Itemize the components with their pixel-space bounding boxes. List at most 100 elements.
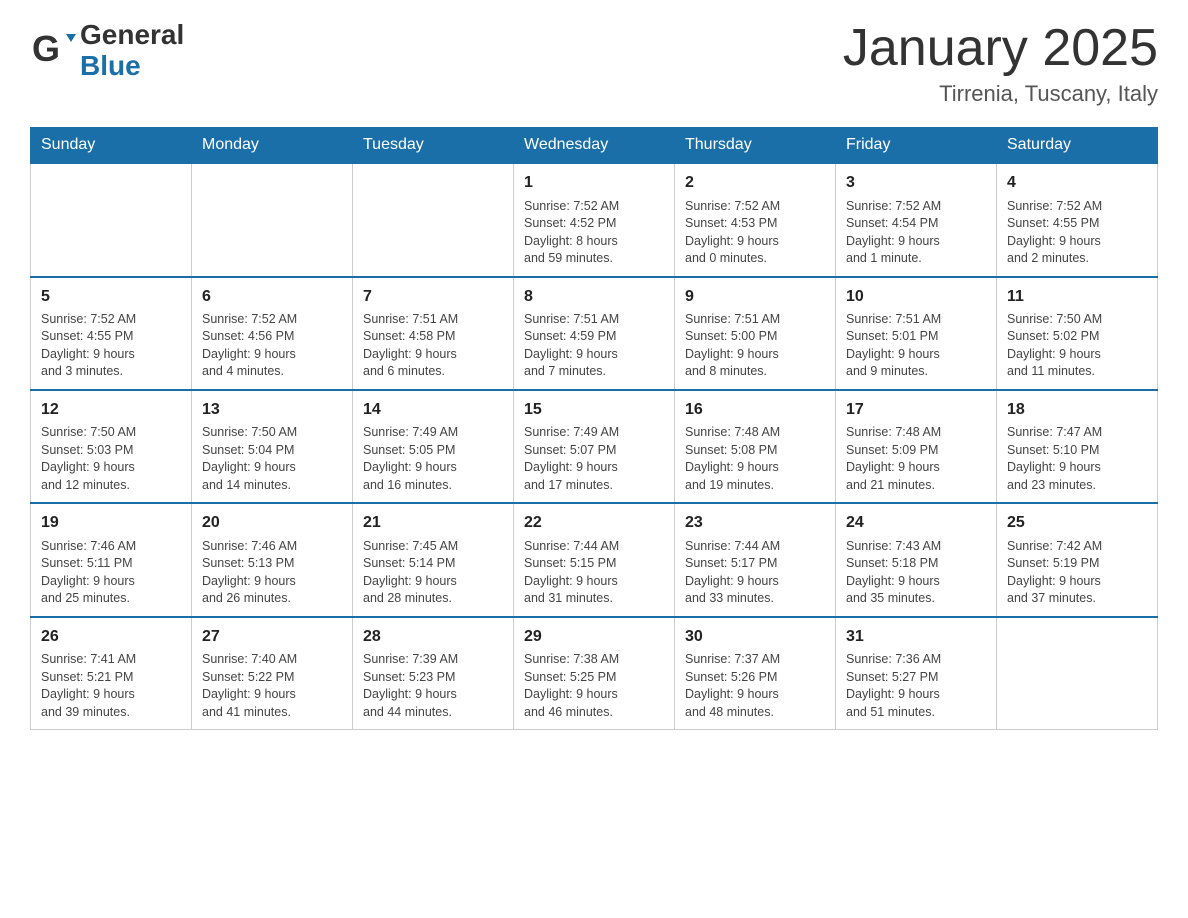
calendar-cell: 16 Sunrise: 7:48 AM Sunset: 5:08 PM Dayli… [675, 390, 836, 503]
day-number: 27 [202, 626, 342, 648]
logo-icon: G [30, 26, 80, 76]
day-info: Sunrise: 7:46 AM Sunset: 5:11 PM Dayligh… [41, 538, 181, 608]
day-number: 23 [685, 512, 825, 534]
calendar-cell: 5 Sunrise: 7:52 AM Sunset: 4:55 PM Daylig… [31, 277, 192, 390]
day-info: Sunrise: 7:42 AM Sunset: 5:19 PM Dayligh… [1007, 538, 1147, 608]
day-info: Sunrise: 7:51 AM Sunset: 4:59 PM Dayligh… [524, 311, 664, 381]
day-info: Sunrise: 7:52 AM Sunset: 4:54 PM Dayligh… [846, 198, 986, 268]
calendar-cell: 1 Sunrise: 7:52 AM Sunset: 4:52 PM Daylig… [514, 163, 675, 276]
day-number: 31 [846, 626, 986, 648]
day-info: Sunrise: 7:51 AM Sunset: 5:00 PM Dayligh… [685, 311, 825, 381]
day-info: Sunrise: 7:50 AM Sunset: 5:02 PM Dayligh… [1007, 311, 1147, 381]
day-number: 14 [363, 399, 503, 421]
calendar-cell: 8 Sunrise: 7:51 AM Sunset: 4:59 PM Daylig… [514, 277, 675, 390]
day-number: 19 [41, 512, 181, 534]
day-info: Sunrise: 7:44 AM Sunset: 5:15 PM Dayligh… [524, 538, 664, 608]
day-info: Sunrise: 7:49 AM Sunset: 5:07 PM Dayligh… [524, 424, 664, 494]
logo-line1: General [80, 20, 184, 51]
calendar-table: Sunday Monday Tuesday Wednesday Thursday… [30, 127, 1158, 730]
day-number: 20 [202, 512, 342, 534]
day-number: 18 [1007, 399, 1147, 421]
day-number: 8 [524, 286, 664, 308]
day-info: Sunrise: 7:41 AM Sunset: 5:21 PM Dayligh… [41, 651, 181, 721]
day-number: 2 [685, 172, 825, 194]
day-number: 4 [1007, 172, 1147, 194]
calendar-cell: 18 Sunrise: 7:47 AM Sunset: 5:10 PM Dayli… [997, 390, 1158, 503]
day-info: Sunrise: 7:45 AM Sunset: 5:14 PM Dayligh… [363, 538, 503, 608]
calendar-cell: 6 Sunrise: 7:52 AM Sunset: 4:56 PM Daylig… [192, 277, 353, 390]
day-info: Sunrise: 7:36 AM Sunset: 5:27 PM Dayligh… [846, 651, 986, 721]
day-info: Sunrise: 7:47 AM Sunset: 5:10 PM Dayligh… [1007, 424, 1147, 494]
calendar-cell: 21Sunrise: 7:45 AM Sunset: 5:14 PM Dayli… [353, 503, 514, 616]
calendar-cell: 22 Sunrise: 7:44 AM Sunset: 5:15 PM Dayli… [514, 503, 675, 616]
day-info: Sunrise: 7:52 AM Sunset: 4:53 PM Dayligh… [685, 198, 825, 268]
calendar-cell [997, 617, 1158, 730]
header-monday: Monday [192, 128, 353, 164]
day-number: 28 [363, 626, 503, 648]
calendar-cell: 14Sunrise: 7:49 AM Sunset: 5:05 PM Dayli… [353, 390, 514, 503]
location-title: Tirrenia, Tuscany, Italy [843, 81, 1158, 107]
week-row-5: 26 Sunrise: 7:41 AM Sunset: 5:21 PM Dayli… [31, 617, 1158, 730]
day-info: Sunrise: 7:43 AM Sunset: 5:18 PM Dayligh… [846, 538, 986, 608]
day-info: Sunrise: 7:40 AM Sunset: 5:22 PM Dayligh… [202, 651, 342, 721]
day-info: Sunrise: 7:50 AM Sunset: 5:04 PM Dayligh… [202, 424, 342, 494]
header-saturday: Saturday [997, 128, 1158, 164]
day-info: Sunrise: 7:39 AM Sunset: 5:23 PM Dayligh… [363, 651, 503, 721]
day-number: 6 [202, 286, 342, 308]
day-info: Sunrise: 7:48 AM Sunset: 5:09 PM Dayligh… [846, 424, 986, 494]
day-number: 25 [1007, 512, 1147, 534]
day-info: Sunrise: 7:37 AM Sunset: 5:26 PM Dayligh… [685, 651, 825, 721]
calendar-cell: 28 Sunrise: 7:39 AM Sunset: 5:23 PM Dayli… [353, 617, 514, 730]
calendar-cell [192, 163, 353, 276]
day-info: Sunrise: 7:51 AM Sunset: 4:58 PM Dayligh… [363, 311, 503, 381]
day-number: 7 [363, 286, 503, 308]
day-number: 10 [846, 286, 986, 308]
day-info: Sunrise: 7:46 AM Sunset: 5:13 PM Dayligh… [202, 538, 342, 608]
day-number: 22 [524, 512, 664, 534]
calendar-cell: 27 Sunrise: 7:40 AM Sunset: 5:22 PM Dayli… [192, 617, 353, 730]
week-row-1: 1 Sunrise: 7:52 AM Sunset: 4:52 PM Daylig… [31, 163, 1158, 276]
day-info: Sunrise: 7:52 AM Sunset: 4:55 PM Dayligh… [1007, 198, 1147, 268]
day-info: Sunrise: 7:52 AM Sunset: 4:52 PM Dayligh… [524, 198, 664, 268]
week-row-3: 12Sunrise: 7:50 AM Sunset: 5:03 PM Dayli… [31, 390, 1158, 503]
calendar-cell: 30Sunrise: 7:37 AM Sunset: 5:26 PM Dayli… [675, 617, 836, 730]
day-number: 16 [685, 399, 825, 421]
day-info: Sunrise: 7:52 AM Sunset: 4:55 PM Dayligh… [41, 311, 181, 381]
day-number: 1 [524, 172, 664, 194]
day-number: 11 [1007, 286, 1147, 308]
day-number: 9 [685, 286, 825, 308]
calendar-cell: 24 Sunrise: 7:43 AM Sunset: 5:18 PM Dayli… [836, 503, 997, 616]
month-title: January 2025 [843, 20, 1158, 77]
calendar-cell: 15Sunrise: 7:49 AM Sunset: 5:07 PM Dayli… [514, 390, 675, 503]
svg-text:G: G [32, 28, 60, 69]
day-info: Sunrise: 7:52 AM Sunset: 4:56 PM Dayligh… [202, 311, 342, 381]
calendar-cell: 11 Sunrise: 7:50 AM Sunset: 5:02 PM Dayli… [997, 277, 1158, 390]
header-tuesday: Tuesday [353, 128, 514, 164]
page-header: G General Blue January 2025 Tirrenia, Tu… [30, 20, 1158, 107]
header-friday: Friday [836, 128, 997, 164]
logo-line2: Blue [80, 51, 184, 82]
day-number: 12 [41, 399, 181, 421]
header-sunday: Sunday [31, 128, 192, 164]
calendar-cell: 29Sunrise: 7:38 AM Sunset: 5:25 PM Dayli… [514, 617, 675, 730]
day-number: 17 [846, 399, 986, 421]
day-info: Sunrise: 7:44 AM Sunset: 5:17 PM Dayligh… [685, 538, 825, 608]
calendar-cell: 31 Sunrise: 7:36 AM Sunset: 5:27 PM Dayli… [836, 617, 997, 730]
day-number: 24 [846, 512, 986, 534]
header-thursday: Thursday [675, 128, 836, 164]
calendar-cell: 17 Sunrise: 7:48 AM Sunset: 5:09 PM Dayli… [836, 390, 997, 503]
day-number: 26 [41, 626, 181, 648]
day-number: 5 [41, 286, 181, 308]
day-number: 3 [846, 172, 986, 194]
logo: G General Blue [30, 20, 184, 82]
calendar-cell: 26 Sunrise: 7:41 AM Sunset: 5:21 PM Dayli… [31, 617, 192, 730]
day-info: Sunrise: 7:48 AM Sunset: 5:08 PM Dayligh… [685, 424, 825, 494]
calendar-cell: 25 Sunrise: 7:42 AM Sunset: 5:19 PM Dayli… [997, 503, 1158, 616]
day-info: Sunrise: 7:38 AM Sunset: 5:25 PM Dayligh… [524, 651, 664, 721]
calendar-header-row: Sunday Monday Tuesday Wednesday Thursday… [31, 128, 1158, 164]
calendar-cell [353, 163, 514, 276]
week-row-2: 5 Sunrise: 7:52 AM Sunset: 4:55 PM Daylig… [31, 277, 1158, 390]
calendar-cell: 23 Sunrise: 7:44 AM Sunset: 5:17 PM Dayli… [675, 503, 836, 616]
title-area: January 2025 Tirrenia, Tuscany, Italy [843, 20, 1158, 107]
calendar-cell: 10Sunrise: 7:51 AM Sunset: 5:01 PM Dayli… [836, 277, 997, 390]
